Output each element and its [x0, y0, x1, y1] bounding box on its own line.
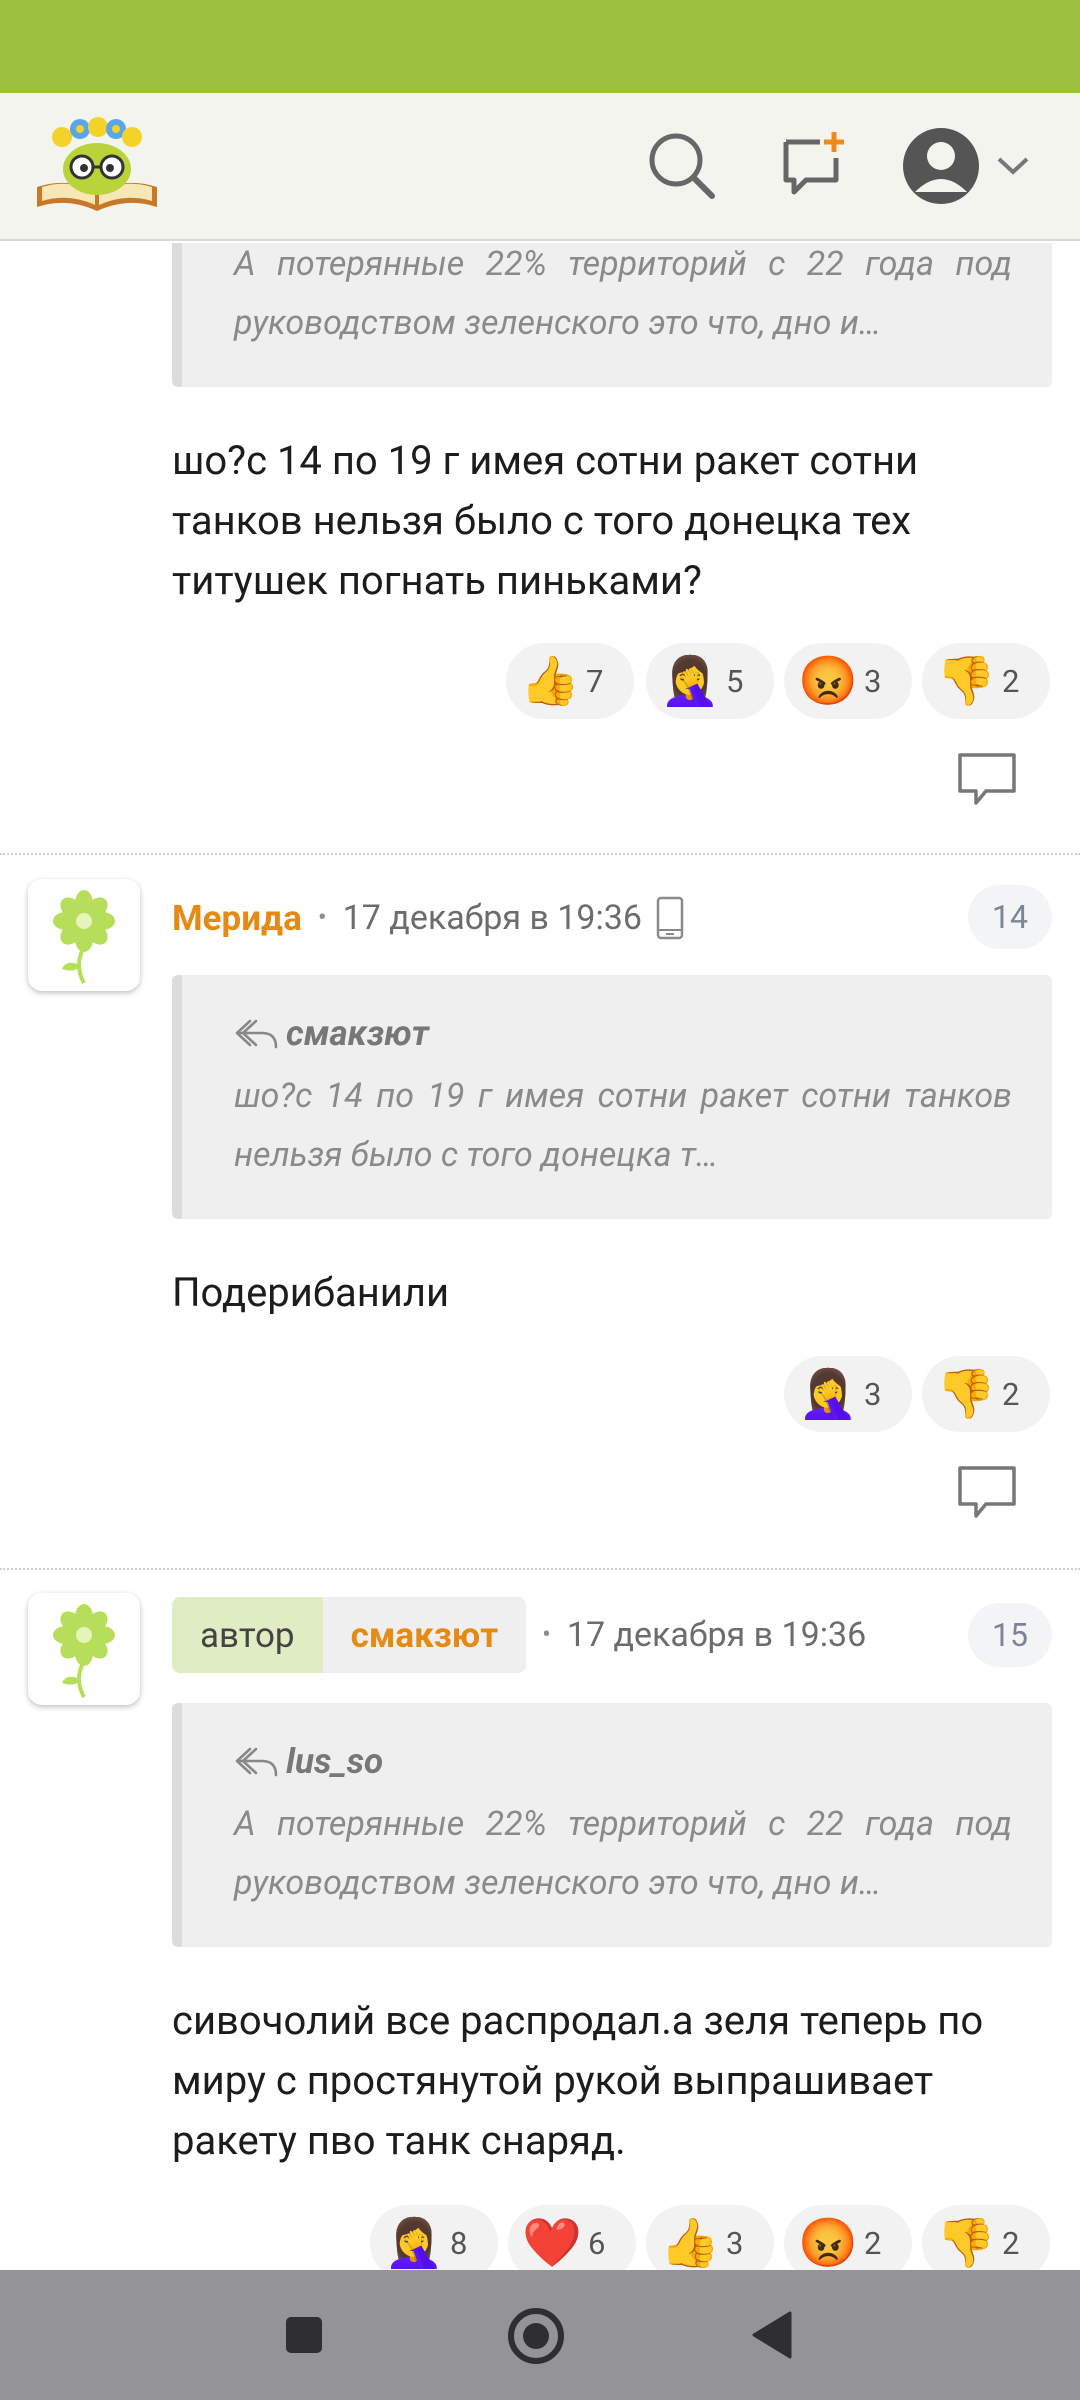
- reaction-facepalm[interactable]: 🤦‍♀️ 8: [370, 2205, 498, 2270]
- recent-apps-button[interactable]: [274, 2305, 334, 2365]
- thumbs-up-icon: 👍: [660, 2214, 720, 2270]
- quote-text: А потерянные 22% территорий с 22 года по…: [234, 1804, 1012, 1903]
- separator-dot: •: [542, 1620, 551, 1650]
- reaction-count: 3: [864, 1375, 882, 1413]
- avatar[interactable]: [28, 879, 140, 991]
- quote-author[interactable]: lus_so: [234, 1741, 383, 1782]
- comment-date: 17 декабря в 19:36: [342, 898, 642, 938]
- reaction-count: 2: [1002, 1375, 1020, 1413]
- reaction-count: 6: [588, 2224, 606, 2262]
- comment-divider: [0, 1568, 1080, 1570]
- comment-text: шо?с 14 по 19 г имея сотни ракет сотни т…: [172, 437, 919, 604]
- quote-author[interactable]: смакзют: [234, 1013, 429, 1054]
- chevron-down-icon[interactable]: [988, 126, 1038, 206]
- search-icon[interactable]: [642, 126, 722, 206]
- reply-arrow-icon: [234, 1017, 280, 1051]
- reaction-angry[interactable]: 😡 3: [784, 643, 912, 719]
- thumbs-down-icon: 👎: [936, 1365, 996, 1422]
- reaction-count: 3: [864, 662, 882, 700]
- angry-face-icon: 😡: [798, 652, 858, 709]
- home-button[interactable]: [505, 2305, 567, 2367]
- separator-dot: •: [317, 903, 327, 933]
- angry-face-icon: 😡: [798, 2214, 858, 2270]
- reaction-count: 5: [726, 662, 744, 700]
- app-header: [0, 93, 1080, 241]
- facepalm-icon: 🤦‍♀️: [798, 1365, 858, 1422]
- quote-author-name: lus_so: [286, 1741, 384, 1782]
- comments-list: А потерянные 22% территорий с 22 года по…: [0, 243, 1080, 2270]
- reaction-count: 2: [1002, 2224, 1020, 2262]
- quote-text: шо?с 14 по 19 г имея сотни ракет сотни т…: [234, 1076, 1012, 1175]
- reaction-count: 3: [726, 2224, 744, 2262]
- quote-text: А потерянные 22% территорий с 22 года по…: [234, 244, 1012, 343]
- reply-icon[interactable]: [956, 751, 1018, 807]
- author-label: автор: [172, 1597, 323, 1673]
- reaction-angry[interactable]: 😡 2: [784, 2205, 912, 2270]
- reaction-thumbs-down[interactable]: 👎 2: [922, 2205, 1050, 2270]
- new-message-icon[interactable]: [774, 126, 854, 206]
- author-tag: автор смакзют: [172, 1597, 527, 1673]
- facepalm-icon: 🤦‍♀️: [660, 652, 720, 709]
- thumbs-up-icon: 👍: [520, 652, 580, 709]
- thumbs-down-icon: 👎: [936, 652, 996, 709]
- reaction-thumbs-down[interactable]: 👎 2: [922, 1356, 1050, 1432]
- thumbs-down-icon: 👎: [936, 2214, 996, 2270]
- reaction-count: 2: [1002, 662, 1020, 700]
- mobile-device-icon: [656, 896, 684, 940]
- system-nav-bar: [0, 2270, 1080, 2400]
- facepalm-icon: 🤦‍♀️: [384, 2214, 444, 2270]
- avatar[interactable]: [28, 1593, 140, 1705]
- reply-icon[interactable]: [956, 1464, 1018, 1520]
- reaction-facepalm[interactable]: 🤦‍♀️ 3: [784, 1356, 912, 1432]
- reaction-facepalm[interactable]: 🤦‍♀️ 5: [646, 643, 774, 719]
- comment-number-badge[interactable]: 14: [968, 885, 1052, 949]
- quote-block[interactable]: lus_so А потерянные 22% территорий с 22 …: [172, 1703, 1052, 1947]
- heart-icon: ❤️: [522, 2214, 582, 2270]
- comment-meta: автор смакзют • 17 декабря в 19:36: [172, 1595, 866, 1675]
- reaction-count: 2: [864, 2224, 882, 2262]
- reaction-thumbs-up[interactable]: 👍 3: [646, 2205, 774, 2270]
- comment-text: сивочолий все распродал.а зеля теперь по…: [172, 1997, 984, 2164]
- reaction-heart[interactable]: ❤️ 6: [508, 2205, 636, 2270]
- username[interactable]: Мерида: [172, 898, 302, 939]
- comment-date: 17 декабря в 19:36: [566, 1615, 867, 1655]
- status-bar: [0, 0, 1080, 93]
- username[interactable]: смакзют: [322, 1597, 527, 1673]
- reaction-count: 8: [450, 2224, 468, 2262]
- reaction-count: 7: [586, 662, 604, 700]
- comment-meta: Мерида • 17 декабря в 19:36: [172, 883, 684, 953]
- comment-divider: [0, 853, 1080, 855]
- back-button[interactable]: [742, 2305, 802, 2365]
- reply-arrow-icon: [234, 1745, 280, 1779]
- reaction-thumbs-down[interactable]: 👎 2: [922, 643, 1050, 719]
- quote-block[interactable]: А потерянные 22% территорий с 22 года по…: [172, 243, 1052, 387]
- quote-block[interactable]: смакзют шо?с 14 по 19 г имея сотни ракет…: [172, 975, 1052, 1219]
- quote-author-name: смакзют: [286, 1013, 430, 1054]
- comment-number-badge[interactable]: 15: [968, 1603, 1052, 1667]
- logo-icon[interactable]: [32, 107, 162, 217]
- profile-icon[interactable]: [898, 123, 984, 209]
- reaction-thumbs-up[interactable]: 👍 7: [506, 643, 634, 719]
- comment-text: Подерибанили: [172, 1269, 450, 1316]
